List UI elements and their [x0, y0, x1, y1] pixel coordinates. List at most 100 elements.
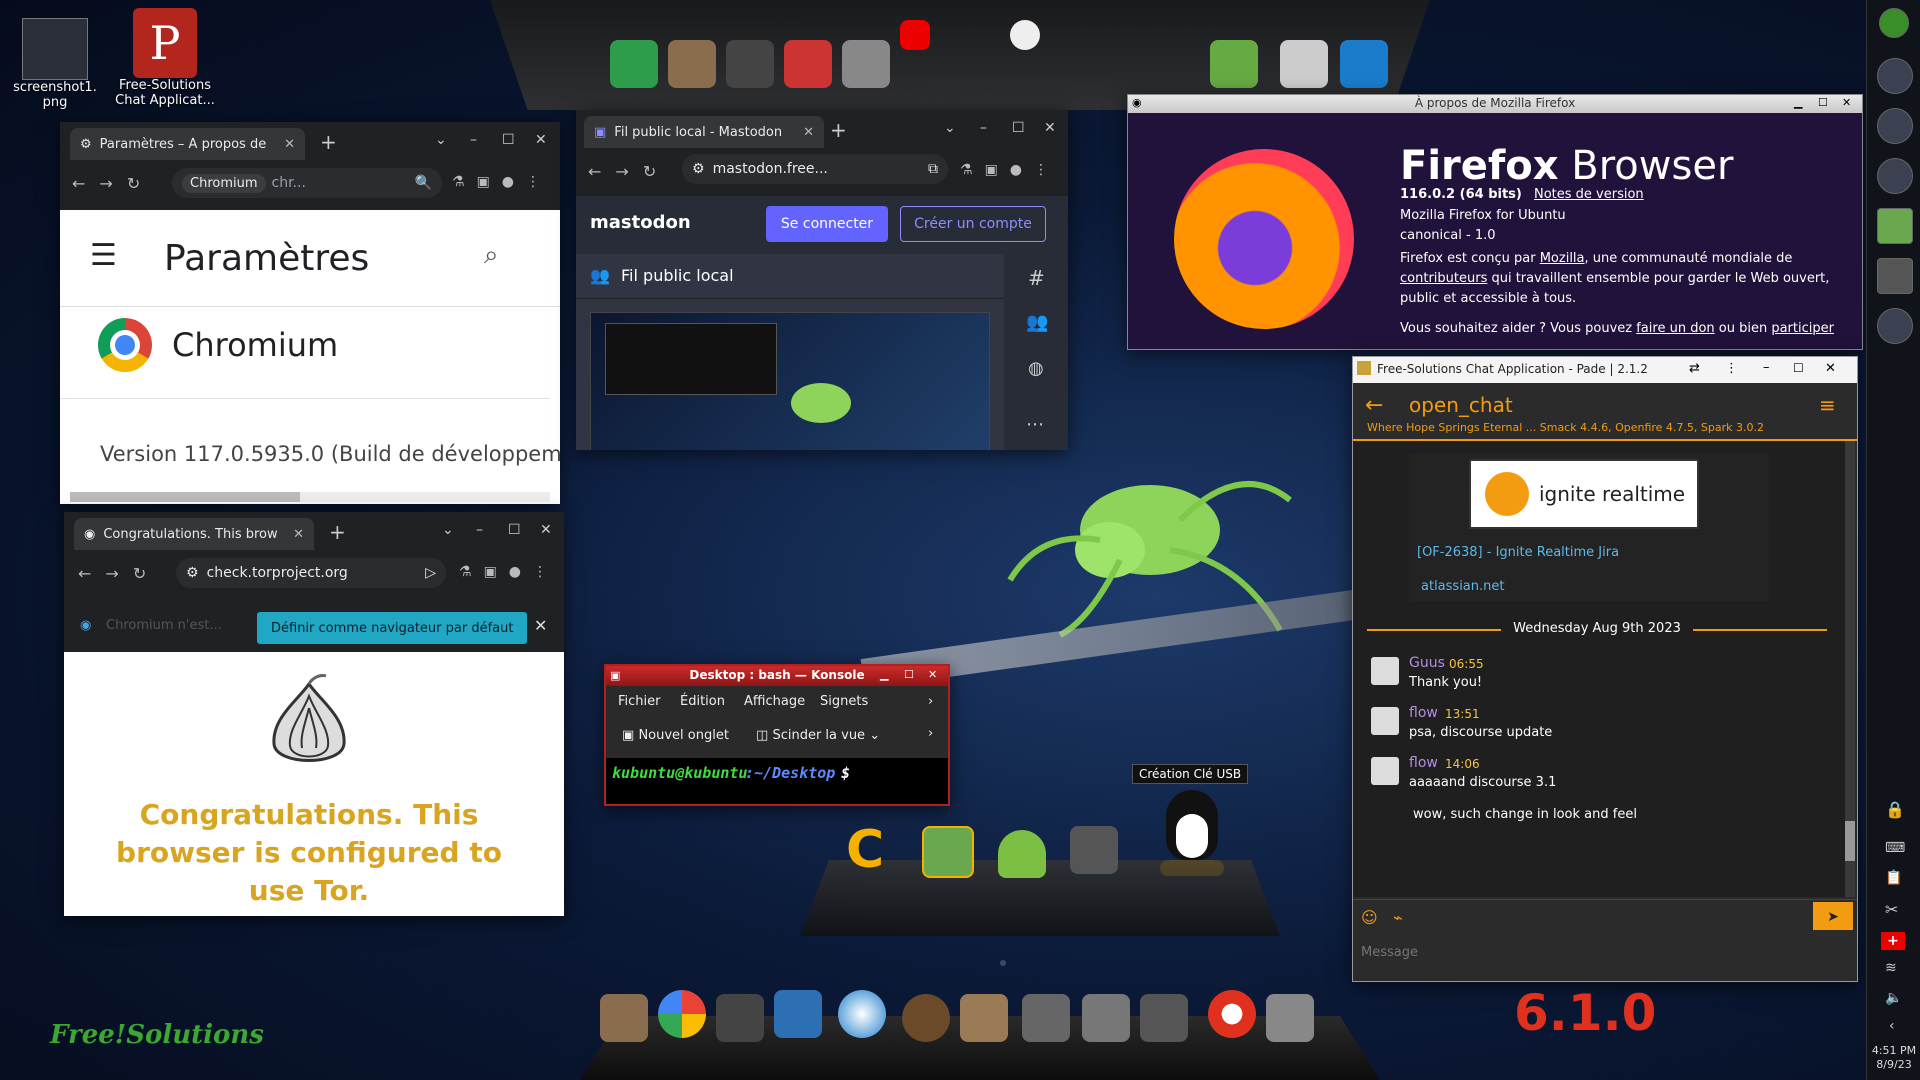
social-media-icon[interactable]: [784, 40, 832, 88]
menu-bookmarks[interactable]: Signets: [820, 694, 868, 709]
side-panel-icon[interactable]: ▣: [484, 564, 497, 580]
menu-icon[interactable]: ⋮: [533, 564, 547, 580]
orange-c-icon[interactable]: C: [846, 824, 894, 876]
magic-wand-icon[interactable]: [1140, 994, 1188, 1042]
app-icon-2[interactable]: [1877, 108, 1913, 144]
tab-tor[interactable]: ◉ Congratulations. This brows ✕: [74, 518, 314, 550]
app-icon-5[interactable]: [1877, 308, 1913, 344]
keyboard-icon[interactable]: ⌨: [1885, 840, 1905, 856]
emoji-icon[interactable]: ☺: [1361, 908, 1378, 927]
dismiss-infobar-icon[interactable]: ✕: [534, 616, 547, 635]
maximize-icon[interactable]: ☐: [1012, 120, 1025, 136]
install-icon[interactable]: ⧉: [928, 161, 938, 177]
coconut-icon[interactable]: [902, 994, 950, 1042]
message-input[interactable]: [1359, 936, 1803, 968]
settings-tools-icon[interactable]: [1022, 994, 1070, 1042]
checklist-app-icon[interactable]: [1877, 208, 1913, 244]
clipboard-icon[interactable]: 📋: [1885, 870, 1902, 886]
tab-mastodon[interactable]: ▣ Fil public local - Mastodon ✕: [584, 116, 824, 148]
address-bar[interactable]: ⚙ mastodon.free... ⧉: [682, 154, 948, 184]
reload-icon[interactable]: ↻: [643, 162, 656, 181]
web-icon[interactable]: [726, 40, 774, 88]
android-icon[interactable]: [998, 830, 1046, 878]
contributors-link[interactable]: contributeurs: [1400, 271, 1487, 286]
minimize-icon[interactable]: –: [476, 522, 483, 538]
tab-search-icon[interactable]: ⌄: [435, 132, 447, 148]
minimize-icon[interactable]: –: [1763, 360, 1770, 375]
side-panel-icon[interactable]: ▣: [477, 174, 490, 190]
menu-edit[interactable]: Édition: [680, 694, 725, 709]
back-icon[interactable]: ←: [588, 162, 601, 181]
volume-icon[interactable]: 🔈: [1885, 990, 1902, 1006]
minimize-icon[interactable]: ▁: [1794, 96, 1802, 109]
swiss-flag-icon[interactable]: +: [1881, 932, 1905, 950]
more-icon[interactable]: ⋯: [1026, 414, 1044, 435]
labs-icon[interactable]: ⚗: [459, 564, 472, 580]
scissors-icon[interactable]: ✂: [1885, 900, 1898, 919]
menu-view[interactable]: Affichage: [744, 694, 805, 709]
hashtag-icon[interactable]: #: [1028, 266, 1045, 290]
globe-icon[interactable]: ◍: [1028, 358, 1044, 379]
chevron-right-icon[interactable]: ›: [928, 726, 933, 741]
tools-icon[interactable]: [1070, 826, 1118, 874]
close-window-icon[interactable]: ✕: [1825, 361, 1836, 376]
new-tab-button[interactable]: +: [329, 520, 346, 544]
preview-title-link[interactable]: [OF-2638] - Ignite Realtime Jira: [1417, 545, 1619, 560]
close-tab-icon[interactable]: ✕: [803, 125, 814, 140]
attach-icon[interactable]: ⌁: [1393, 908, 1403, 927]
reload-icon[interactable]: ↻: [127, 174, 140, 193]
wifi-icon[interactable]: ≋: [1885, 960, 1897, 976]
signup-button[interactable]: Créer un compte: [900, 206, 1046, 242]
translate-icon[interactable]: ⇄: [1689, 361, 1700, 376]
hamburger-icon[interactable]: ☰: [90, 238, 117, 273]
close-window-icon[interactable]: ✕: [1044, 120, 1056, 136]
forward-icon[interactable]: →: [615, 162, 628, 181]
chevron-right-icon[interactable]: ›: [928, 694, 933, 709]
minimize-icon[interactable]: –: [470, 132, 477, 148]
vertical-scrollbar[interactable]: [1845, 441, 1855, 897]
books-icon[interactable]: [960, 994, 1008, 1042]
media-player-icon[interactable]: [838, 990, 886, 1038]
search-icon[interactable]: ⌕: [484, 240, 499, 271]
close-window-icon[interactable]: ✕: [1842, 96, 1851, 109]
donate-link[interactable]: faire un don: [1636, 321, 1714, 336]
maximize-icon[interactable]: ☐: [508, 522, 521, 538]
message-author[interactable]: Guus: [1409, 655, 1445, 671]
send-button[interactable]: ➤: [1813, 902, 1853, 930]
menu-icon[interactable]: ⋮: [1725, 361, 1738, 376]
checklist-icon[interactable]: [922, 826, 974, 878]
clock[interactable]: 4:51 PM 8/9/23: [1867, 1044, 1920, 1072]
new-tab-button[interactable]: ▣ Nouvel onglet: [622, 728, 729, 743]
minimize-icon[interactable]: ▁: [880, 668, 888, 681]
menu-icon[interactable]: ⋮: [526, 174, 540, 190]
cube-icon[interactable]: [1082, 994, 1130, 1042]
local-feed-icon[interactable]: 👥: [1026, 312, 1048, 333]
back-icon[interactable]: ←: [78, 564, 91, 583]
menu-file[interactable]: Fichier: [618, 694, 661, 709]
profile-icon[interactable]: ●: [509, 564, 521, 580]
photos-pinwheel-icon[interactable]: [658, 990, 706, 1038]
news-icon[interactable]: [1280, 40, 1328, 88]
message-author[interactable]: flow: [1409, 755, 1438, 771]
app-icon-1[interactable]: [1877, 58, 1913, 94]
site-info-icon[interactable]: ⚙: [186, 565, 199, 581]
back-icon[interactable]: ←: [72, 174, 85, 193]
profile-icon[interactable]: ●: [502, 174, 514, 190]
desktop-icon-screenshot[interactable]: screenshot1. png: [10, 18, 100, 110]
reload-icon[interactable]: ↻: [133, 564, 146, 583]
forward-icon[interactable]: →: [105, 564, 118, 583]
back-arrow-icon[interactable]: ←: [1365, 393, 1383, 418]
side-panel-icon[interactable]: ▣: [985, 162, 998, 178]
grid-icon[interactable]: [1266, 994, 1314, 1042]
toolbox-icon[interactable]: [600, 994, 648, 1042]
tab-search-icon[interactable]: ⌄: [442, 522, 454, 538]
app-icon-3[interactable]: [1877, 158, 1913, 194]
link-preview-card[interactable]: ignite realtime [OF-2638] - Ignite Realt…: [1409, 453, 1769, 601]
room-menu-icon[interactable]: ≡: [1819, 393, 1836, 417]
new-tab-button[interactable]: +: [830, 118, 847, 142]
close-tab-icon[interactable]: ✕: [284, 137, 295, 152]
maximize-icon[interactable]: ☐: [1793, 361, 1804, 375]
phone-icon[interactable]: [1340, 40, 1388, 88]
zoom-icon[interactable]: 🔍: [415, 175, 432, 191]
spreadsheet-icon[interactable]: [610, 40, 658, 88]
